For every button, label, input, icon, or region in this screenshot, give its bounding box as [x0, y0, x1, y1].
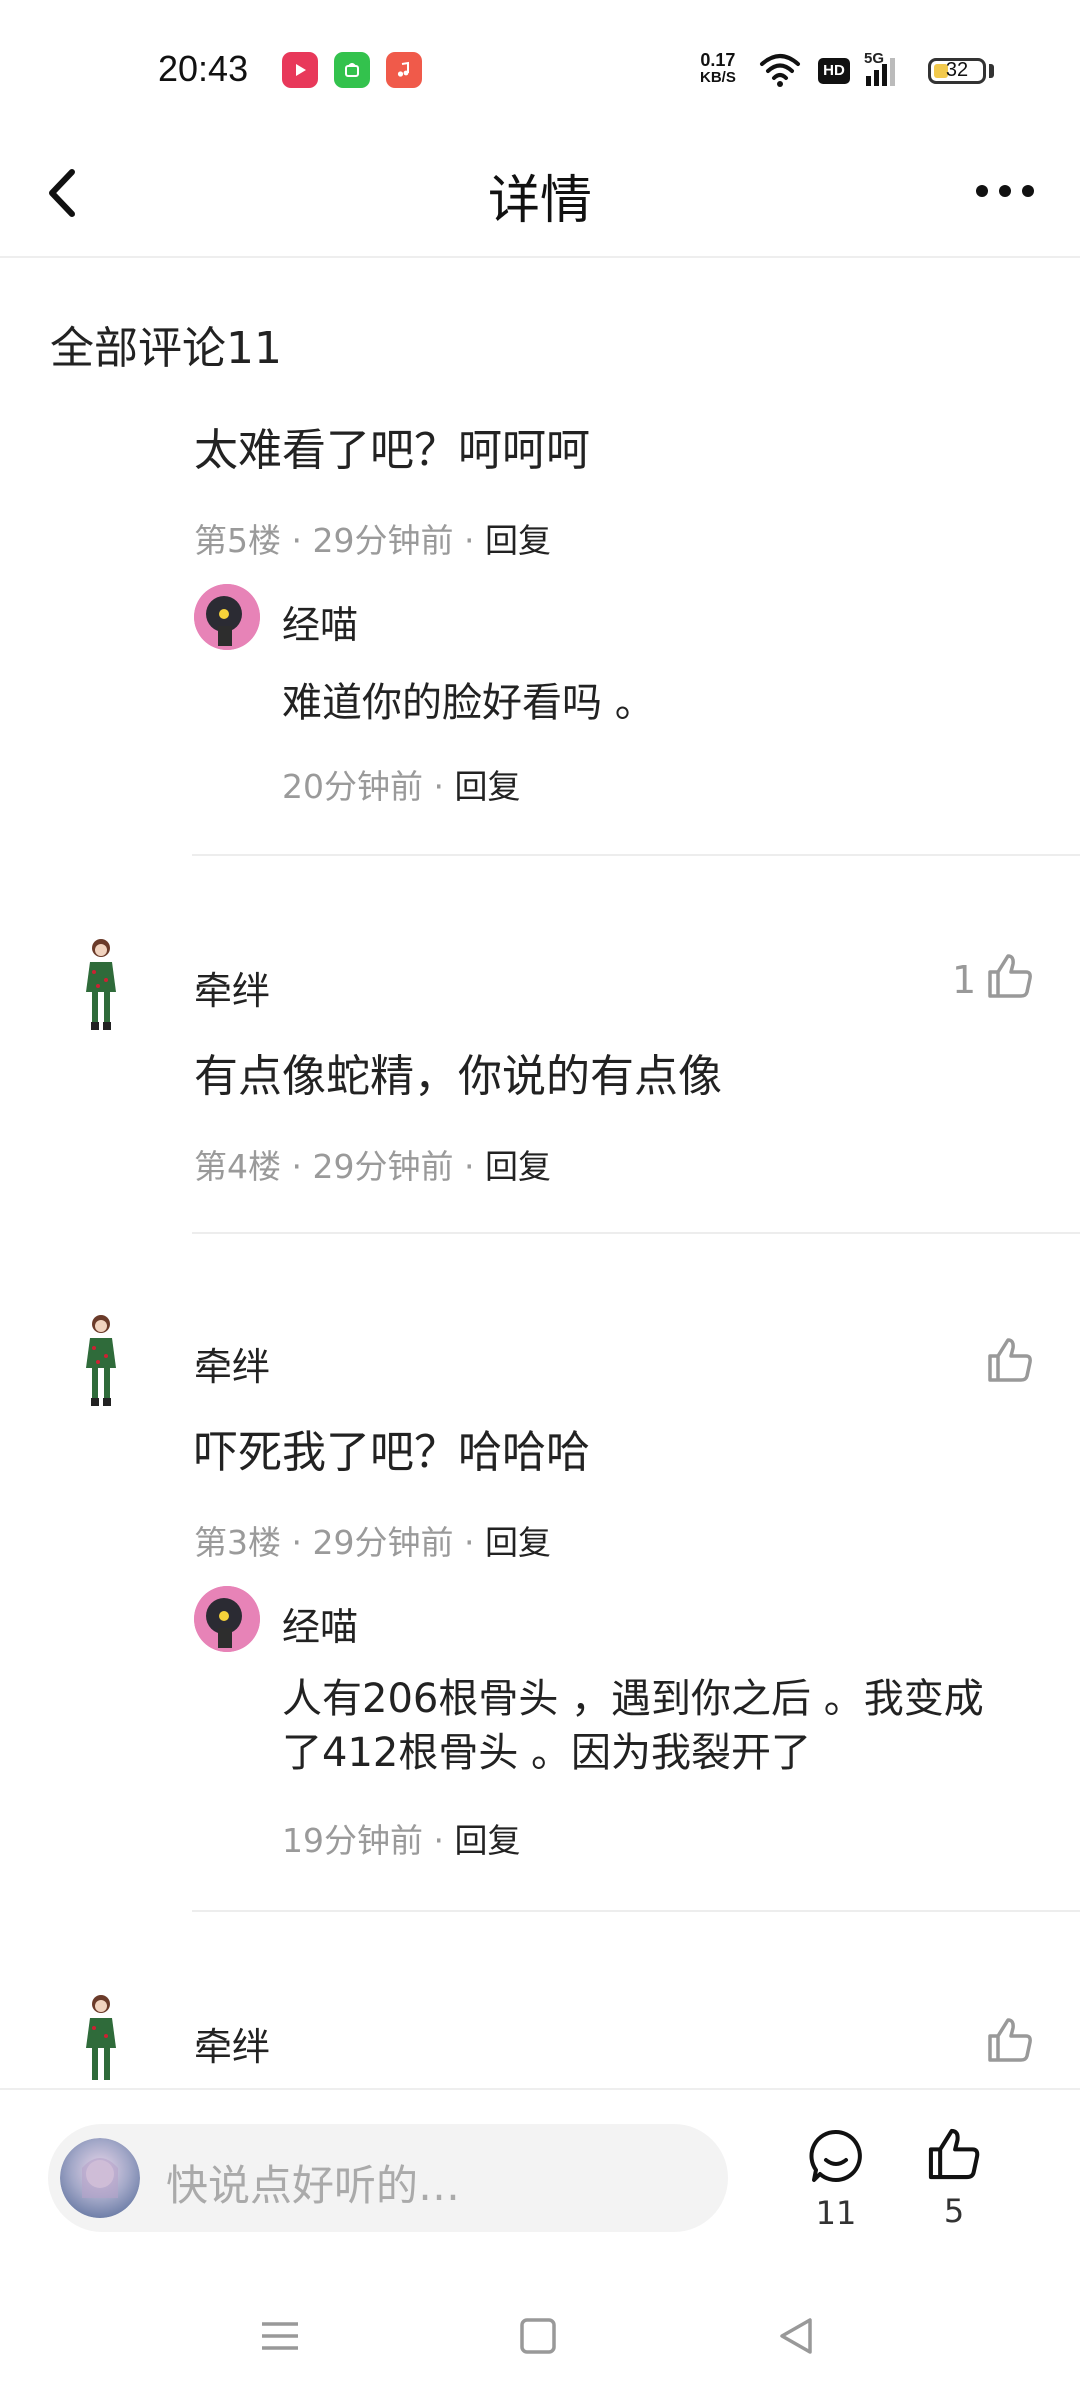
- reply-text-line: 了412根骨头 。因为我裂开了: [282, 1730, 812, 1776]
- comment-bubble-icon: [809, 2129, 862, 2182]
- avatar[interactable]: [194, 584, 260, 650]
- music-app-icon: [386, 52, 422, 88]
- comments-section-title: 全部评论11: [50, 323, 282, 374]
- avatar[interactable]: [76, 936, 126, 1032]
- like-button[interactable]: [984, 2014, 1036, 2070]
- reply-time: 20分钟前: [282, 767, 423, 806]
- like-post-button[interactable]: 5: [904, 2124, 1004, 2230]
- reply-button[interactable]: 回复: [454, 767, 520, 806]
- network-speed-unit: KB/S: [700, 69, 736, 86]
- thumbs-up-icon: [988, 2018, 1032, 2062]
- reply-meta: 19分钟前 · 回复: [282, 1821, 521, 1860]
- hd-badge: HD: [818, 58, 850, 84]
- back-triangle-icon: [780, 2318, 812, 2354]
- home-square-icon: [520, 2318, 556, 2354]
- home-button[interactable]: [508, 2306, 568, 2366]
- thumbs-up-icon: [988, 1338, 1032, 1382]
- system-nav-bar: [0, 2270, 1080, 2400]
- reply-author[interactable]: 经喵: [282, 1596, 358, 1651]
- comment-meta: 第3楼 · 29分钟前 · 回复: [194, 1523, 551, 1562]
- comment-text[interactable]: 有点像蛇精，你说的有点像: [194, 1040, 722, 1104]
- comment-time: 29分钟前: [312, 1147, 454, 1186]
- avatar[interactable]: [76, 1992, 126, 2088]
- thumbs-up-icon: [928, 2128, 980, 2180]
- network-speed: 0.17 KB/S: [700, 50, 736, 86]
- status-time: 20:43: [158, 48, 249, 89]
- signal-icon: 5G: [864, 50, 914, 92]
- comment-author[interactable]: 牵绊: [194, 2016, 270, 2071]
- comment-author[interactable]: 牵绊: [194, 1336, 270, 1391]
- system-back-button[interactable]: [766, 2306, 826, 2366]
- reply-text[interactable]: 人有206根骨头 ，遇到你之后 。我变成 了412根骨头 。因为我裂开了: [282, 1672, 984, 1780]
- like-count: 1: [952, 958, 977, 1002]
- reply-time: 19分钟前: [282, 1821, 423, 1860]
- floor-label: 第5楼: [194, 521, 281, 560]
- input-placeholder: 快说点好听的…: [166, 2161, 461, 2210]
- avatar: [60, 2138, 140, 2218]
- comment-time: 29分钟前: [312, 521, 454, 560]
- reply-text[interactable]: 难道你的脸好看吗 。: [282, 670, 655, 728]
- network-type-label: 5G: [864, 50, 885, 67]
- avatar[interactable]: [194, 1586, 260, 1652]
- reply-button[interactable]: 回复: [485, 1523, 551, 1562]
- like-count: 5: [943, 2192, 965, 2230]
- battery-level: 32: [945, 59, 969, 81]
- menu-button[interactable]: [250, 2306, 310, 2366]
- comment-meta: 第4楼 · 29分钟前 · 回复: [194, 1147, 551, 1186]
- thumbs-up-icon: [988, 954, 1032, 998]
- floor-label: 第3楼: [194, 1523, 281, 1562]
- battery-icon: 32: [928, 58, 986, 84]
- comment-count: 11: [815, 2194, 857, 2232]
- more-dots-icon: [976, 185, 1034, 197]
- comment-text[interactable]: 吓死我了吧？哈哈哈: [194, 1416, 590, 1480]
- reply-button[interactable]: 回复: [454, 1821, 520, 1860]
- reply-meta: 20分钟前 · 回复: [282, 767, 521, 806]
- wifi-icon: [760, 54, 800, 87]
- divider: [192, 1232, 1080, 1234]
- divider: [192, 1910, 1080, 1912]
- reply-button[interactable]: 回复: [485, 521, 551, 560]
- comments-button[interactable]: 11: [786, 2126, 886, 2232]
- like-button[interactable]: [984, 1334, 1036, 1390]
- comment-meta: 第5楼 · 29分钟前 · 回复: [194, 521, 551, 560]
- divider: [192, 854, 1080, 856]
- shopping-app-icon: [334, 52, 370, 88]
- floor-label: 第4楼: [194, 1147, 281, 1186]
- page-title: 详情: [487, 171, 592, 231]
- avatar[interactable]: [76, 1312, 126, 1408]
- comment-text[interactable]: 太难看了吧？呵呵呵: [194, 414, 590, 478]
- comment-author[interactable]: 牵绊: [194, 960, 270, 1015]
- reply-button[interactable]: 回复: [485, 1147, 551, 1186]
- reply-author[interactable]: 经喵: [282, 594, 358, 649]
- comment-input[interactable]: 快说点好听的…: [48, 2124, 728, 2232]
- network-speed-value: 0.17: [700, 50, 736, 70]
- status-bar: 20:43 0.17 KB/S HD 5G 32: [0, 0, 1080, 130]
- menu-icon: [262, 2322, 298, 2350]
- more-button[interactable]: [970, 166, 1040, 216]
- comment-time: 29分钟前: [312, 1523, 454, 1562]
- video-app-icon: [282, 52, 318, 88]
- reply-text-line: 人有206根骨头 ，遇到你之后 。我变成: [282, 1676, 984, 1722]
- top-nav-bar: 详情: [0, 130, 1080, 258]
